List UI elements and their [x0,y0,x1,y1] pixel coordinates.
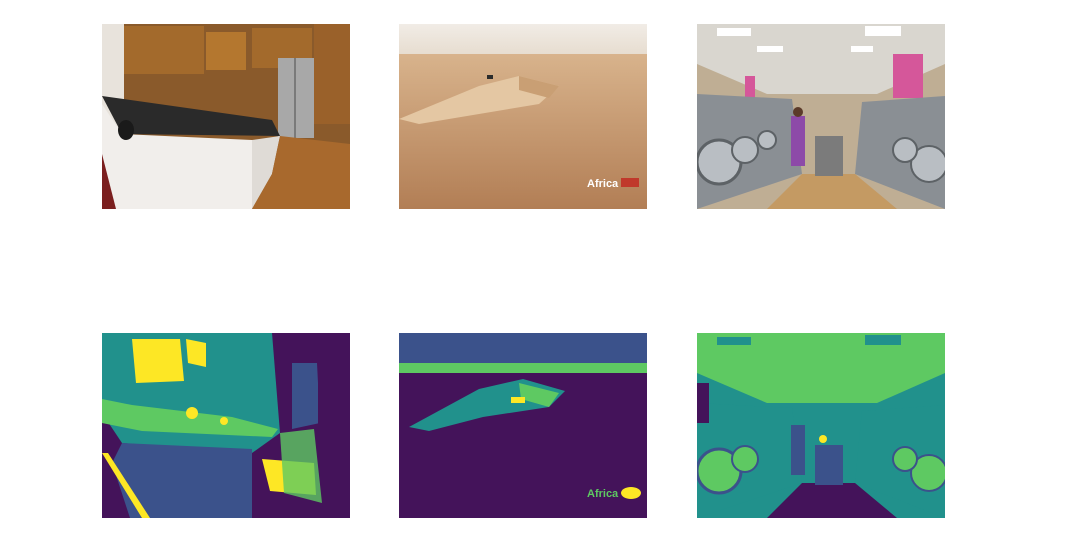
kitchen-photo [102,24,350,209]
kitchen-seg-image [102,333,350,518]
laundromat-seg-image [697,333,945,518]
desert-seg-watermark: Africa [587,488,619,500]
laundromat-seg [697,333,945,518]
kitchen-seg [102,333,350,518]
kitchen-photo-image [102,24,350,209]
desert-photo: Africa [399,24,647,209]
laundromat-photo-image [697,24,945,209]
desert-photo-watermark: Africa [587,178,619,190]
laundromat-photo [697,24,945,209]
desert-seg-image: Africa [399,333,647,518]
desert-photo-image: Africa [399,24,647,209]
desert-seg: Africa [399,333,647,518]
